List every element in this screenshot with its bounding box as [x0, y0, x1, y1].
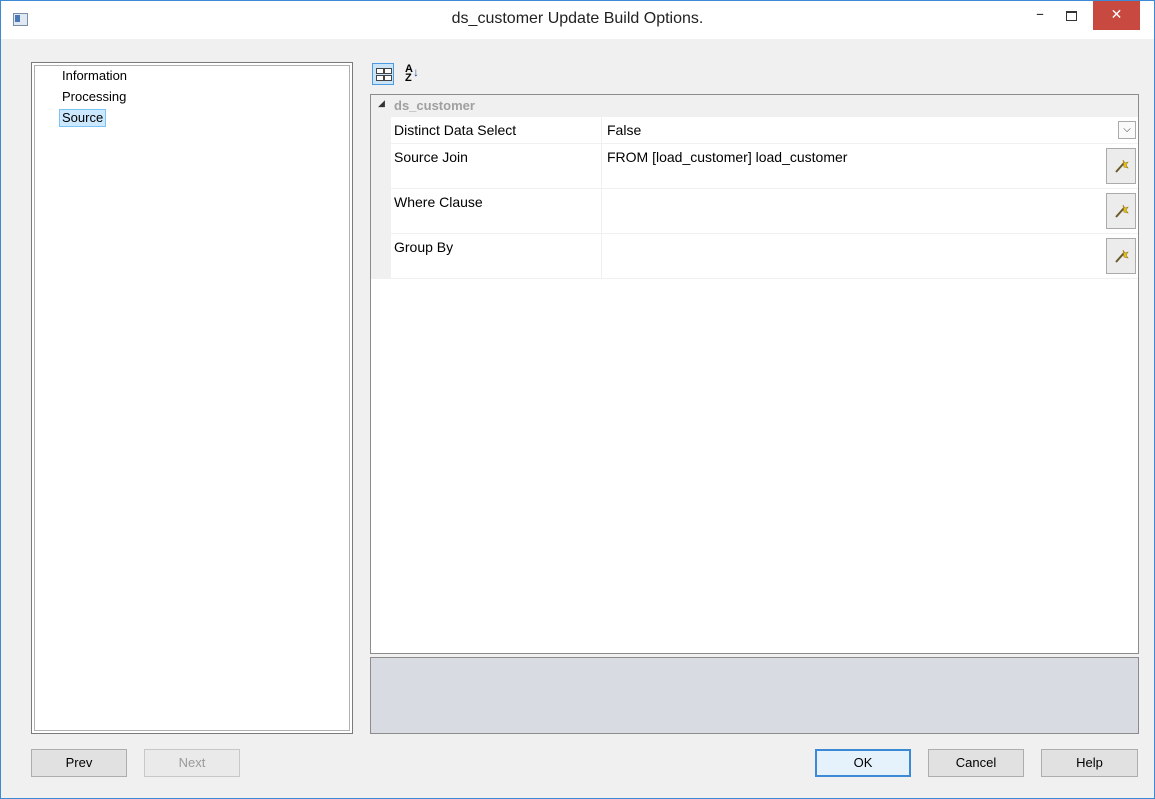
chevron-down-icon[interactable]: ⌵ — [1118, 121, 1136, 139]
collapse-arrow-icon[interactable]: ◢ — [378, 99, 385, 109]
window-title: ds_customer Update Build Options. — [451, 10, 704, 27]
column-divider — [601, 144, 602, 188]
next-button[interactable]: Next — [144, 749, 240, 777]
edit-where-clause-button[interactable] — [1106, 193, 1136, 229]
minimize-button[interactable]: – — [1025, 0, 1055, 28]
ok-button[interactable]: OK — [815, 749, 911, 777]
wand-icon — [1115, 204, 1129, 218]
maximize-icon — [1066, 11, 1077, 21]
property-name: Group By — [394, 239, 454, 255]
property-value[interactable]: FROM [load_customer] load_customer — [607, 149, 847, 165]
property-row-group-by[interactable]: Group By — [391, 234, 1138, 279]
column-divider — [601, 117, 602, 143]
edit-group-by-button[interactable] — [1106, 238, 1136, 274]
sort-alphabetical-icon[interactable]: A Z ↓ — [400, 63, 422, 85]
categorized-view-icon[interactable] — [372, 63, 394, 85]
close-button[interactable]: ✕ — [1093, 1, 1140, 30]
tree-item-source[interactable]: Source — [59, 109, 107, 127]
category-row[interactable]: ◢ ds_customer — [371, 95, 1138, 117]
property-row-distinct-data-select[interactable]: Distinct Data Select False ⌵ — [391, 117, 1138, 144]
description-panel — [370, 657, 1139, 734]
prev-button[interactable]: Prev — [31, 749, 127, 777]
grid-gutter — [371, 95, 391, 279]
help-button[interactable]: Help — [1041, 749, 1138, 777]
title-bar[interactable]: ds_customer Update Build Options. – ✕ — [1, 1, 1154, 39]
edit-source-join-button[interactable] — [1106, 148, 1136, 184]
property-value[interactable]: False — [607, 122, 641, 138]
property-grid[interactable]: ◢ ds_customer Distinct Data Select False… — [370, 94, 1139, 654]
property-name: Distinct Data Select — [394, 122, 517, 138]
options-tree[interactable]: Information Processing Source — [31, 62, 353, 734]
property-row-source-join[interactable]: Source Join FROM [load_customer] load_cu… — [391, 144, 1138, 189]
property-name: Source Join — [394, 149, 468, 165]
property-row-where-clause[interactable]: Where Clause — [391, 189, 1138, 234]
wand-icon — [1115, 159, 1129, 173]
column-divider — [601, 189, 602, 233]
tree-item-processing[interactable]: Processing — [60, 89, 128, 105]
category-label: ds_customer — [394, 98, 475, 113]
tree-inner-border — [34, 65, 350, 731]
tree-item-information[interactable]: Information — [60, 68, 129, 84]
wand-icon — [1115, 249, 1129, 263]
property-name: Where Clause — [394, 194, 483, 210]
maximize-button[interactable] — [1055, 1, 1089, 30]
cancel-button[interactable]: Cancel — [928, 749, 1024, 777]
column-divider — [601, 234, 602, 278]
